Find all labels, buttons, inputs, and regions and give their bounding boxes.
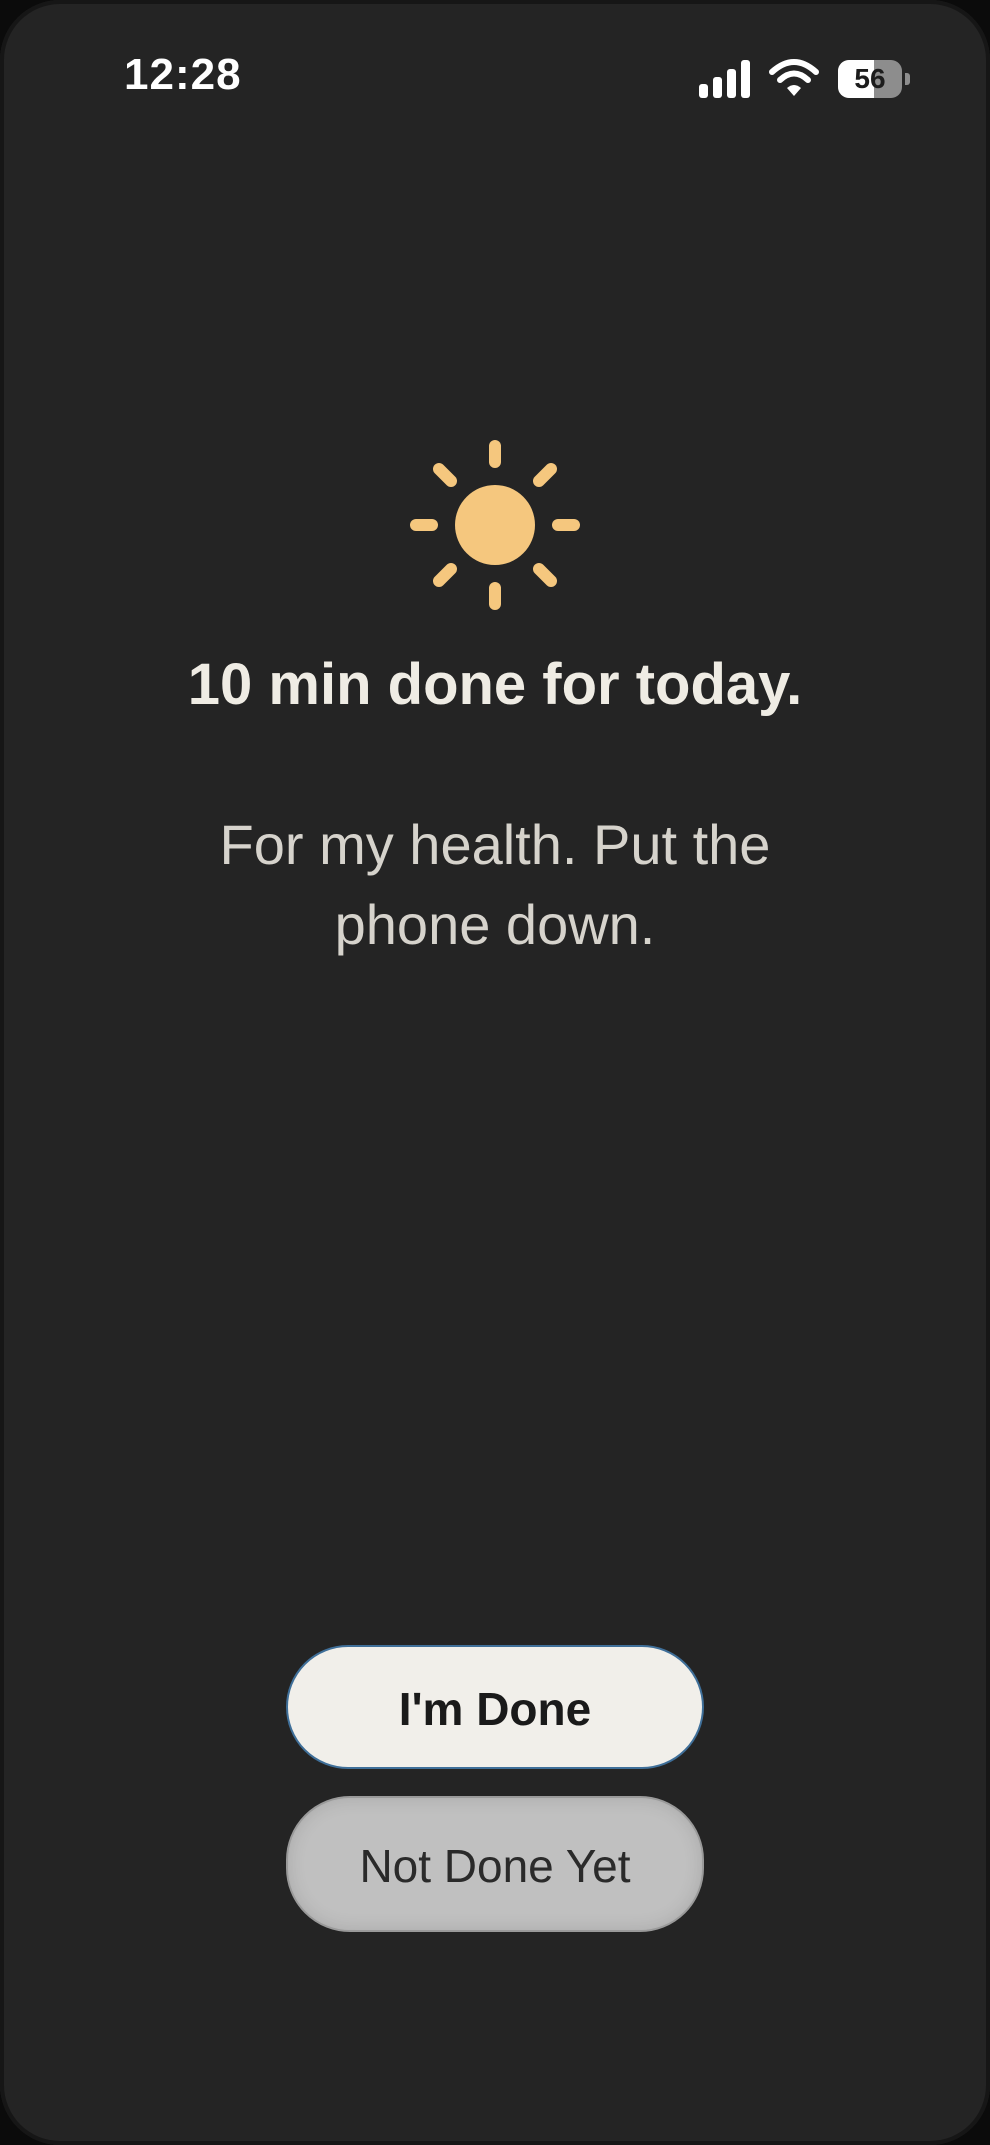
not-done-yet-button[interactable]: Not Done Yet [286, 1796, 704, 1932]
wifi-icon [769, 59, 819, 96]
battery-icon: 56 [838, 60, 910, 98]
phone-screen: 12:28 56 10 min done for today. For my h… [0, 0, 990, 2145]
status-bar: 12:28 56 [0, 0, 990, 160]
battery-level: 56 [854, 63, 886, 94]
subtext: For my health. Put the phone down. [219, 813, 771, 956]
battery-tip [905, 73, 910, 85]
battery-body: 56 [838, 60, 902, 98]
signal-icon [699, 60, 750, 98]
status-time: 12:28 [124, 50, 242, 99]
sun-icon [410, 440, 580, 610]
im-done-button[interactable]: I'm Done [286, 1645, 704, 1769]
headline: 10 min done for today. [187, 652, 803, 717]
